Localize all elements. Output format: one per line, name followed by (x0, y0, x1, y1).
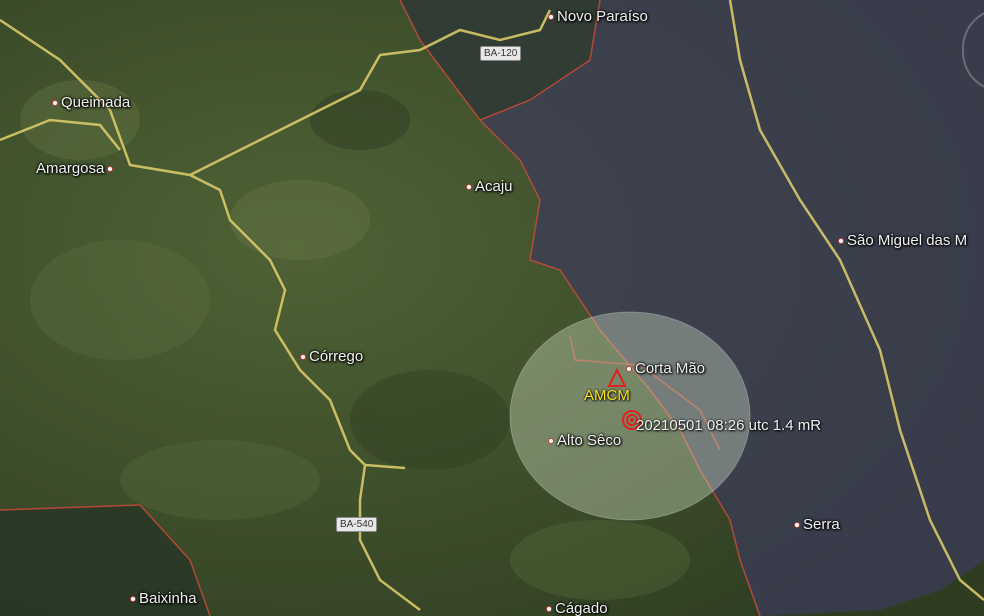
place-pin-icon (52, 99, 58, 106)
place-pin-icon (300, 353, 306, 360)
place-label: Acaju (475, 178, 513, 195)
place-baixinha[interactable]: Baixinha (130, 590, 197, 607)
place-label: Novo Paraíso (557, 8, 648, 25)
place-label: Queimada (61, 94, 131, 111)
event-label: 20210501 08:26 utc 1.4 mR (636, 417, 822, 434)
place-alto-seco[interactable]: Alto Sêco (548, 432, 621, 449)
place-pin-icon (794, 521, 800, 528)
satellite-map[interactable]: Novo Paraíso Queimada Amargosa Acaju São… (0, 0, 984, 616)
place-amargosa[interactable]: Amargosa (36, 160, 114, 177)
place-corta-mao[interactable]: Corta Mão (626, 360, 705, 377)
place-label: Baixinha (139, 590, 197, 607)
place-corrego[interactable]: Córrego (300, 348, 363, 365)
place-pin-icon (546, 605, 552, 612)
place-pin-icon (548, 13, 554, 20)
place-pin-icon (838, 237, 844, 244)
place-pin-icon (466, 183, 472, 190)
place-label: São Miguel das M (847, 232, 968, 249)
place-pin-icon (548, 437, 554, 444)
place-label: Corta Mão (635, 360, 706, 377)
place-cagado[interactable]: Cágado (546, 600, 608, 616)
place-label: Amargosa (36, 160, 105, 177)
place-pin-icon (626, 365, 632, 372)
station-label: AMCM (584, 387, 630, 404)
place-label: Cágado (555, 600, 608, 616)
place-serra[interactable]: Serra (794, 516, 840, 533)
road-shield-ba-120: BA-120 (480, 46, 522, 61)
place-sao-miguel[interactable]: São Miguel das M (838, 232, 967, 249)
place-pin-icon (130, 595, 136, 602)
place-label: Córrego (309, 348, 364, 365)
place-pin-icon (107, 165, 114, 172)
road-shield-ba-540: BA-540 (336, 517, 378, 532)
place-label: Serra (803, 516, 840, 533)
place-acaju[interactable]: Acaju (466, 178, 513, 195)
place-queimada[interactable]: Queimada (52, 94, 130, 111)
place-label: Alto Sêco (557, 432, 622, 449)
place-novo-paraiso[interactable]: Novo Paraíso (548, 8, 648, 25)
